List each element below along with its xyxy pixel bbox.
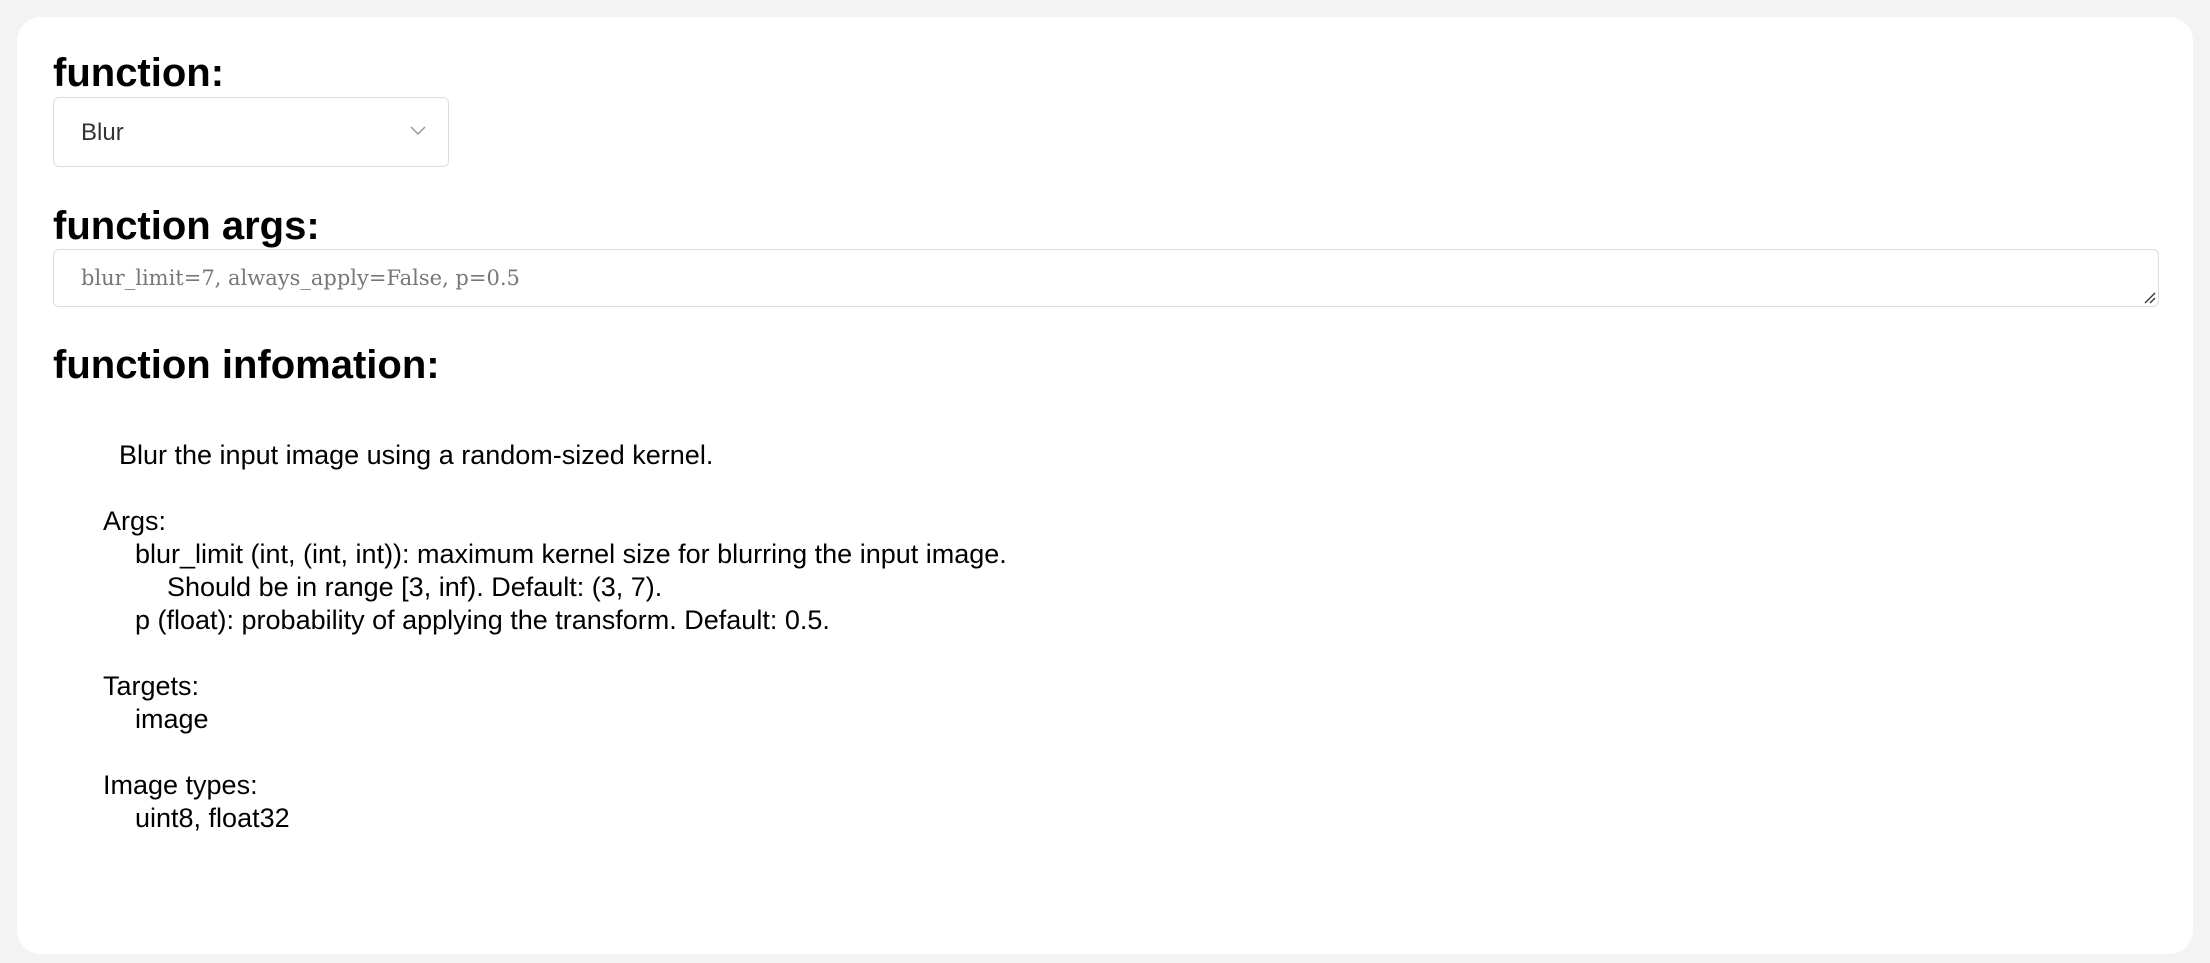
- docstring-arg-p: p (float): probability of applying the t…: [135, 605, 830, 635]
- docstring-args-label: Args:: [103, 506, 167, 536]
- docstring-image-types-value: uint8, float32: [135, 803, 290, 833]
- function-args-heading: function args:: [53, 204, 320, 248]
- docstring-image-types-label: Image types:: [103, 770, 258, 800]
- function-select-value: Blur: [81, 119, 124, 146]
- function-args-textarea[interactable]: blur_limit=7, always_apply=False, p=0.5: [53, 249, 2159, 307]
- main-card: function: Blur function args: blur_limit…: [17, 17, 2193, 954]
- docstring-targets-label: Targets:: [103, 671, 200, 701]
- function-args-value: blur_limit=7, always_apply=False, p=0.5: [81, 266, 520, 290]
- resize-grip-icon[interactable]: [2140, 288, 2156, 304]
- docstring-targets-value: image: [135, 704, 209, 734]
- function-heading: function:: [53, 51, 225, 95]
- function-select[interactable]: Blur: [53, 97, 449, 167]
- docstring-arg-blur-limit-cont: Should be in range [3, inf). Default: (3…: [167, 572, 663, 602]
- chevron-down-icon: [410, 126, 426, 136]
- docstring-summary: Blur the input image using a random-size…: [119, 440, 714, 470]
- docstring-arg-blur-limit: blur_limit (int, (int, int)): maximum ke…: [135, 539, 1007, 569]
- function-info-heading: function infomation:: [53, 343, 440, 387]
